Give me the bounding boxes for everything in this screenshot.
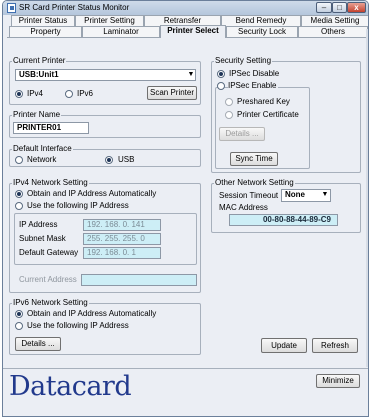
current-address-label: Current Address — [19, 275, 77, 284]
ipv4-manual-label: Use the following IP Address — [27, 201, 129, 210]
tab-bend-remedy[interactable]: Bend Remedy — [221, 15, 301, 26]
subnet-mask-input[interactable]: 255. 255. 255. 0 — [83, 233, 161, 245]
refresh-button[interactable]: Refresh — [312, 338, 358, 353]
session-timeout-label: Session Timeout — [219, 191, 279, 200]
ipv4-auto-radio[interactable] — [15, 190, 23, 198]
mac-address-field: 00-80-88-44-89-C9 — [229, 214, 338, 226]
default-gateway-input[interactable]: 192. 168. 0. 1 — [83, 247, 161, 259]
tab-media-setting[interactable]: Media Setting — [301, 15, 368, 26]
tab-printer-select[interactable]: Printer Select — [160, 25, 226, 38]
chevron-down-icon: ▼ — [321, 191, 329, 198]
mac-address-label: MAC Address — [219, 203, 268, 212]
datacard-logo: Datacard — [9, 371, 132, 402]
tab-others[interactable]: Others — [298, 26, 368, 37]
network-label: Network — [27, 155, 57, 164]
ipv6-auto-radio[interactable] — [15, 310, 23, 318]
ip-address-input[interactable]: 192. 168. 0. 141 — [83, 219, 161, 231]
usb-radio[interactable] — [105, 156, 113, 164]
current-printer-select[interactable]: USB:Unit1 — [15, 69, 196, 81]
subnet-mask-label: Subnet Mask — [19, 234, 66, 243]
minimize-button[interactable]: Minimize — [316, 374, 360, 388]
current-printer-value: USB:Unit1 — [19, 70, 59, 79]
title-bar: SR Card Printer Status Monitor – □ x — [3, 1, 368, 15]
security-title: Security Setting — [214, 56, 273, 65]
tab-property[interactable]: Property — [9, 26, 82, 37]
printer-certificate-radio[interactable] — [225, 111, 233, 119]
ipv4-radio[interactable] — [15, 90, 23, 98]
printer-name-title: Printer Name — [12, 110, 62, 119]
panel-right-edge — [366, 29, 368, 367]
close-window-button[interactable]: x — [347, 2, 366, 13]
security-details-button[interactable]: Details ... — [219, 127, 265, 141]
tab-printer-status[interactable]: Printer Status — [11, 15, 75, 26]
maximize-window-button[interactable]: □ — [332, 2, 347, 13]
current-address-field — [81, 274, 197, 286]
default-interface-title: Default Interface — [12, 144, 73, 153]
default-gateway-label: Default Gateway — [19, 248, 79, 257]
ipv6-radio[interactable] — [65, 90, 73, 98]
ipv4-title: IPv4 Network Setting — [12, 178, 89, 187]
minimize-window-button[interactable]: – — [316, 2, 332, 13]
ipv4-label: IPv4 — [27, 89, 44, 98]
current-printer-title: Current Printer — [12, 56, 67, 65]
tab-security-lock[interactable]: Security Lock — [226, 26, 298, 37]
ipsec-enable-radio[interactable] — [217, 82, 225, 90]
ipv6-manual-radio[interactable] — [15, 322, 23, 330]
other-network-title: Other Network Setting — [214, 178, 295, 187]
ipv4-auto-label: Obtain and IP Address Automatically — [27, 189, 157, 198]
session-timeout-value: None — [285, 190, 305, 199]
preshared-key-label: Preshared Key — [237, 97, 290, 106]
sync-time-button[interactable]: Sync Time — [230, 152, 278, 166]
ipv6-manual-label: Use the following IP Address — [27, 321, 129, 330]
tab-printer-setting[interactable]: Printer Setting — [75, 15, 144, 26]
ipv6-label: IPv6 — [77, 89, 94, 98]
usb-label: USB — [118, 155, 135, 164]
ipsec-disable-radio[interactable] — [217, 70, 225, 78]
ipv6-details-button[interactable]: Details ... — [15, 337, 61, 351]
scan-printer-button[interactable]: Scan Printer — [147, 86, 197, 100]
printer-certificate-label: Printer Certificate — [237, 110, 299, 119]
ipsec-enable-label: IPSec Enable — [228, 81, 279, 91]
window-title: SR Card Printer Status Monitor — [19, 3, 130, 12]
ip-address-label: IP Address — [19, 220, 58, 229]
ipv6-title: IPv6 Network Setting — [12, 298, 89, 307]
ipv6-auto-label: Obtain and IP Address Automatically — [27, 309, 157, 318]
tab-laminator[interactable]: Laminator — [82, 26, 160, 37]
printer-name-input[interactable]: PRINTER01 — [13, 122, 89, 134]
network-radio[interactable] — [15, 156, 23, 164]
app-icon — [7, 3, 16, 13]
ipv4-manual-radio[interactable] — [15, 202, 23, 210]
preshared-key-radio[interactable] — [225, 98, 233, 106]
ipsec-disable-label: IPSec Disable — [229, 69, 280, 78]
update-button[interactable]: Update — [261, 338, 307, 353]
app-window: SR Card Printer Status Monitor – □ x Pri… — [2, 0, 369, 417]
chevron-down-icon: ▼ — [187, 71, 195, 78]
